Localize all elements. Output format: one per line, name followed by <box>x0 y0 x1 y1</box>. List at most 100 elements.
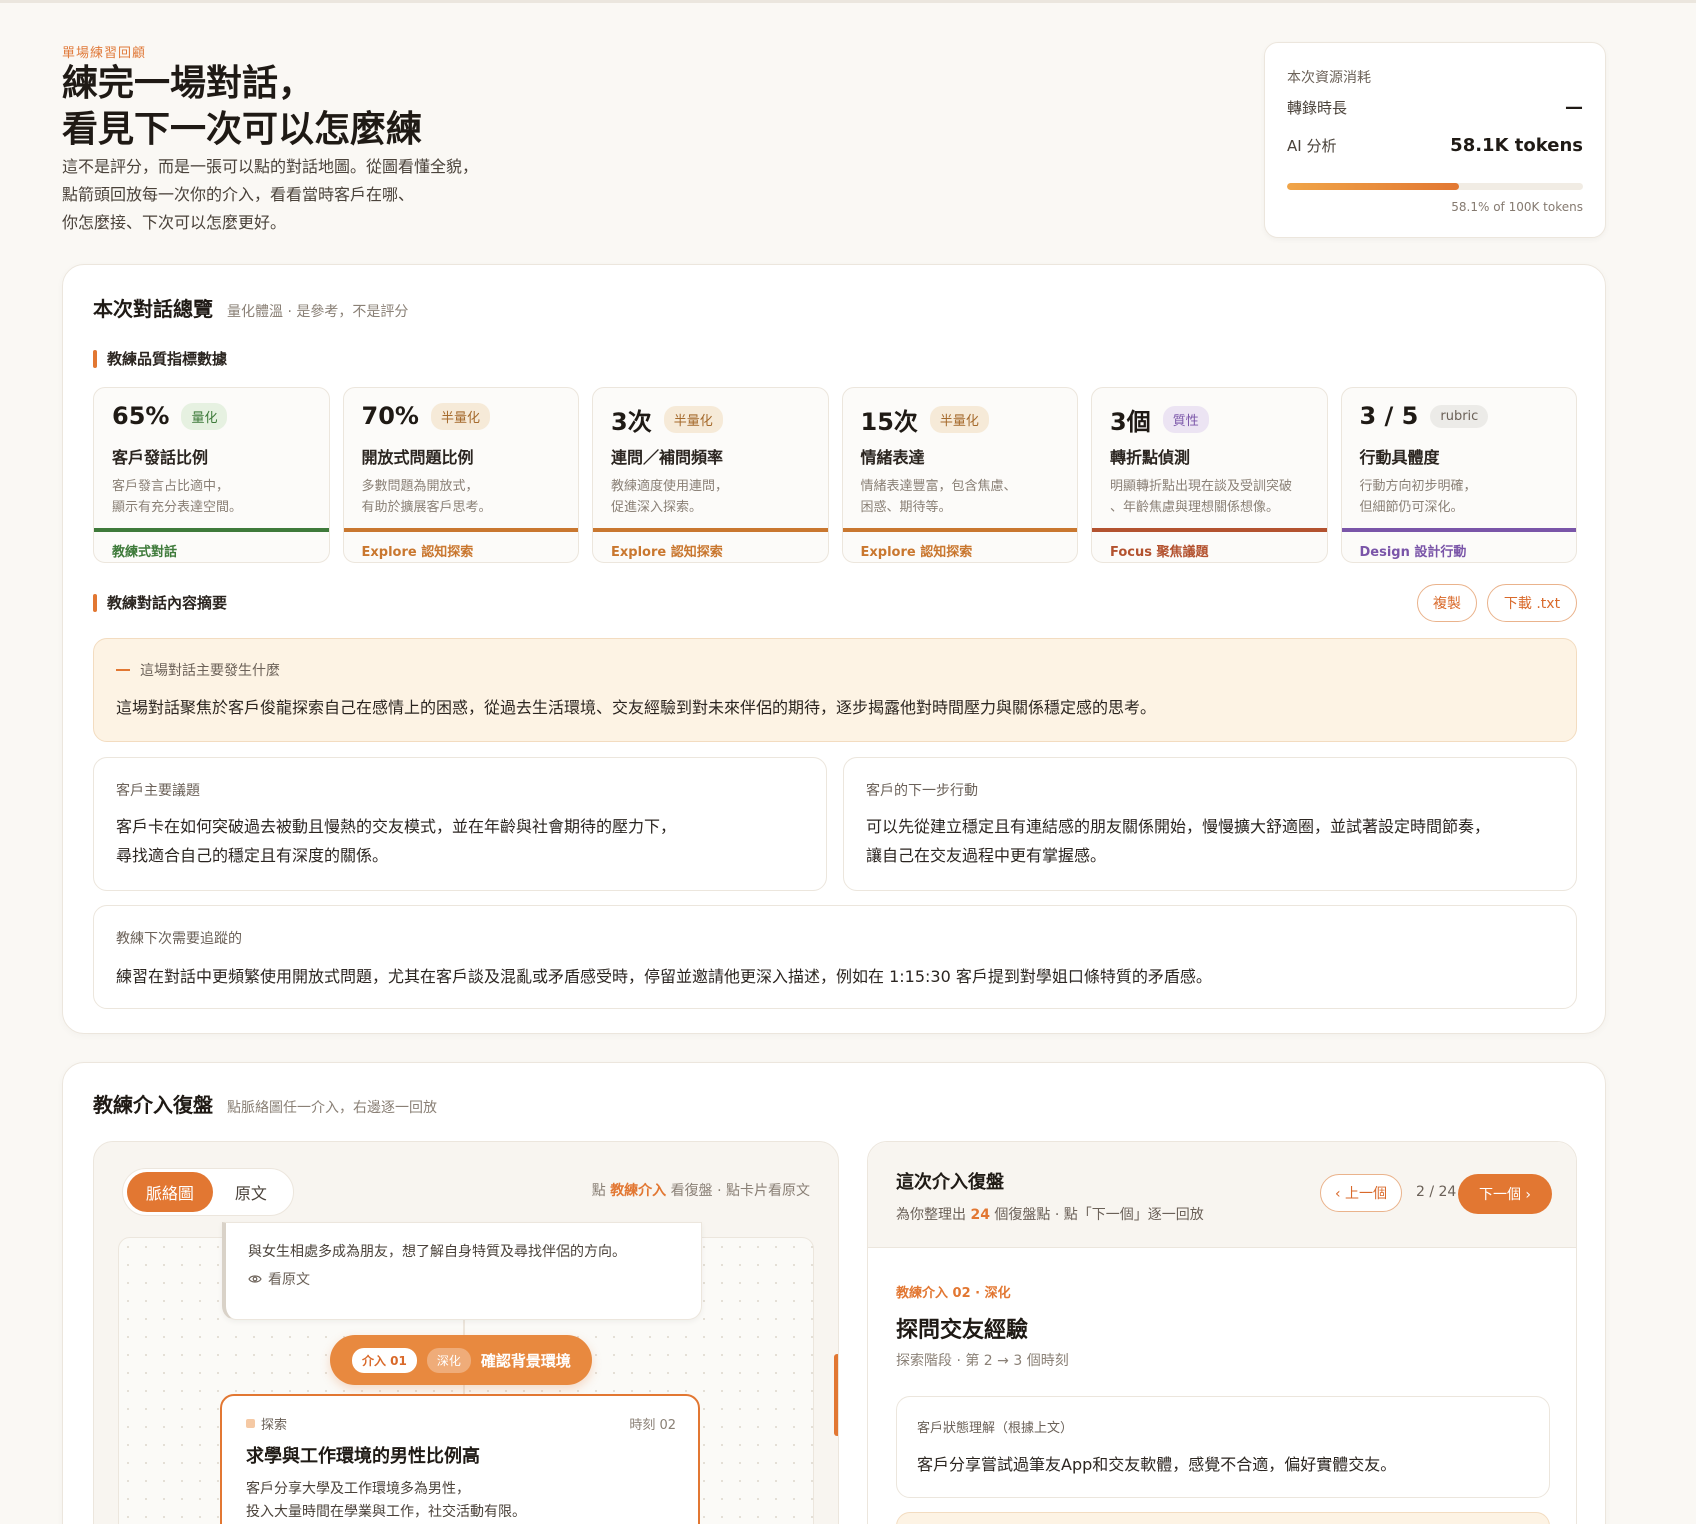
metric-desc: 多數問題為開放式， 有助於擴展客戶思考。 <box>362 476 572 518</box>
metric-tag: 質性 <box>1162 406 1209 433</box>
metric-desc-line-2: 、年齡焦慮與理想關係想像。 <box>1110 500 1280 515</box>
client-next-line-2: 讓自己在交友過程中更有掌握感。 <box>866 846 1107 865</box>
intervention-type-badge: 深化 <box>426 1347 471 1373</box>
map-scrollbar[interactable] <box>834 1354 838 1436</box>
metric-top: 70% 半量化 <box>362 402 490 430</box>
map-moment-card-01[interactable]: 與女生相處多成為朋友，想了解自身特質及尋找伴侶的方向。 看原文 <box>222 1222 702 1320</box>
client-next-line-1: 可以先從建立穩定且有連結感的朋友關係開始，慢慢擴大舒適圈，並試著設定時間節奏， <box>866 817 1491 836</box>
metric-desc-line-2: 促進深入探索。 <box>611 500 703 515</box>
top-divider <box>0 0 1696 3</box>
transcribe-row: 轉錄時長 — <box>1287 97 1583 118</box>
next-section-box <box>896 1512 1550 1524</box>
client-issue-box: 客戶主要議題 客戶卡在如何突破過去被動且慢熱的交友模式，並在年齡與社會期待的壓力… <box>93 757 827 891</box>
metric-name: 開放式問題比例 <box>361 448 474 467</box>
metric-card: 3 / 5 rubric 行動具體度 行動方向初步明確， 但細節仍可深化。 Design … <box>1340 387 1577 563</box>
review-sub-pre: 為你整理出 <box>896 1207 971 1223</box>
metric-accent-bar <box>593 528 828 532</box>
summary-what-text: 這場對話聚焦於客戶俊龍探索自己在感情上的困惑，從過去生活環境、交友經驗到對未來伴… <box>116 698 1157 717</box>
map-hint: 點 教練介入 看復盤 · 點卡片看原文 <box>592 1180 810 1200</box>
metric-desc-line-2: 困惑、期待等。 <box>860 500 952 515</box>
overview-panel: 本次對話總覽 量化體溫 · 是參考，不是評分 教練品質指標數據 65% 量化 客戶發… <box>62 264 1606 1034</box>
metric-value: 65% <box>112 402 170 430</box>
metric-desc: 行動方向初步明確， 但細節仍可深化。 <box>1360 476 1570 518</box>
review-counter: 2 / 24 <box>1416 1184 1457 1200</box>
usage-note: 58.1% of 100K tokens <box>1451 200 1583 214</box>
intervention-label: 確認背景環境 <box>480 1351 571 1370</box>
page-eyebrow: 單場練習回顧 <box>62 46 147 61</box>
metric-category: 教練式對話 <box>112 545 178 560</box>
usage-progress-bar <box>1287 183 1583 190</box>
metric-tag: 半量化 <box>430 402 490 430</box>
map-moment-card-02[interactable]: 探索 時刻 02 求學與工作環境的男性比例高 客戶分享大學及工作環境多為男性， … <box>220 1394 700 1524</box>
metric-category: Explore 認知探索 <box>860 545 973 560</box>
moment-title: 求學與工作環境的男性比例高 <box>246 1446 480 1467</box>
review-card-header: 這次介入復盤 為你整理出 24 個復盤點 · 點「下一個」逐一回放 ‹ 上一個 … <box>868 1142 1576 1248</box>
metric-name: 客戶發話比例 <box>112 448 209 467</box>
metric-desc-line-1: 教練適度使用連問， <box>611 479 729 494</box>
metric-card: 3個 質性 轉折點偵測 明顯轉折點出現在談及受訓突破 、年齡焦慮與理想關係想像。 Focu… <box>1091 387 1328 563</box>
metric-value: 3 / 5 <box>1359 402 1419 430</box>
coach-followup-text: 練習在對話中更頻繁使用開放式問題，尤其在客戶談及混亂或矛盾感受時，停留並邀請他更… <box>116 967 1212 986</box>
ai-value: 58.1K tokens <box>1450 135 1583 156</box>
metric-desc-line-1: 客戶發言占比適中， <box>112 479 230 494</box>
review-card-title: 這次介入復盤 <box>896 1172 1004 1193</box>
download-txt-button[interactable]: 下載 .txt <box>1487 584 1577 622</box>
intervention-number-badge: 介入 01 <box>352 1347 417 1373</box>
transcribe-label: 轉錄時長 <box>1287 99 1348 117</box>
review-count: 24 <box>970 1207 990 1223</box>
metric-name: 連問／補問頻率 <box>611 448 724 467</box>
metric-name: 情緒表達 <box>860 448 925 467</box>
metric-card: 3次 半量化 連問／補問頻率 教練適度使用連問， 促進深入探索。 Explore 認知探索 <box>592 387 829 563</box>
metric-desc: 明顯轉折點出現在談及受訓突破 、年齡焦慮與理想關係想像。 <box>1110 476 1320 518</box>
map-hint-pre: 點 <box>591 1183 611 1199</box>
moment-desc-line-2: 投入大量時間在學業與工作，社交活動有限。 <box>246 1504 526 1520</box>
metric-category: Design 設計行動 <box>1359 545 1467 560</box>
metric-value: 70% <box>361 402 419 430</box>
moment-kind: 探索 <box>246 1414 287 1433</box>
metrics-section-label: 教練品質指標數據 <box>93 348 227 369</box>
metric-card: 70% 半量化開放式問題比例多數問題為開放式， 有助於擴展客戶思考。 Explore … <box>342 387 579 563</box>
next-button[interactable]: 下一個 › <box>1458 1174 1552 1214</box>
metric-desc-line-1: 行動方向初步明確， <box>1359 479 1477 494</box>
summary-what-label-text: 這場對話主要發生什麼 <box>140 663 280 679</box>
metric-card: 15次 半量化 情緒表達 情緒表達豐富，包含焦慮、 困惑、期待等。 Explore 認知探… <box>841 387 1078 563</box>
metric-tag: 量化 <box>181 402 228 430</box>
intervention-review-card: 這次介入復盤 為你整理出 24 個復盤點 · 點「下一個」逐一回放 ‹ 上一個 … <box>867 1141 1577 1524</box>
page-description-line-3: 你怎麼接、下次可以怎麼更好。 <box>62 213 287 232</box>
tab-raw-text[interactable]: 原文 <box>213 1172 289 1212</box>
previous-button[interactable]: ‹ 上一個 <box>1320 1174 1402 1212</box>
metric-desc-line-1: 情緒表達豐富，包含焦慮、 <box>860 479 1017 494</box>
metric-accent-bar <box>1341 528 1576 532</box>
review-header: 教練介入復盤 點脈絡圖任一介入，右邊逐一回放 <box>93 1089 437 1118</box>
metric-desc: 客戶發言占比適中， 顯示有充分表達空間。 <box>112 476 322 518</box>
metric-category: Explore 認知探索 <box>361 545 474 560</box>
view-original-label: 看原文 <box>268 1272 310 1288</box>
client-issue-line-2: 尋找適合自己的穩定且有深度的關係。 <box>116 846 389 865</box>
view-toggle: 脈絡圖 原文 <box>122 1168 294 1216</box>
view-original-link[interactable]: 看原文 <box>248 1269 310 1289</box>
tab-context-map[interactable]: 脈絡圖 <box>127 1172 213 1212</box>
overview-subtitle: 量化體溫 · 是參考，不是評分 <box>227 304 409 320</box>
intervention-stage: 探索階段 · 第 2 → 3 個時刻 <box>896 1353 1069 1369</box>
copy-button[interactable]: 複製 <box>1417 584 1477 622</box>
review-subtitle: 點脈絡圖任一介入，右邊逐一回放 <box>227 1100 437 1116</box>
resource-usage-card: 本次資源消耗 轉錄時長 — AI 分析 58.1K tokens 58.1% o… <box>1264 42 1606 238</box>
client-next-label: 客戶的下一步行動 <box>866 783 978 799</box>
metric-desc-line-1: 多數問題為開放式， <box>361 479 479 494</box>
metric-top: 65% 量化 <box>112 402 228 430</box>
metrics-row: 65% 量化客戶發話比例客戶發言占比適中， 顯示有充分表達空間。教練式對話 70% 半量… <box>93 387 1577 563</box>
metric-desc-line-1: 明顯轉折點出現在談及受訓突破 <box>1110 479 1293 494</box>
summary-what-happened: 這場對話主要發生什麼 這場對話聚焦於客戶俊龍探索自己在感情上的困惑，從過去生活環… <box>93 638 1577 742</box>
client-issue-line-1: 客戶卡在如何突破過去被動且慢熱的交友模式，並在年齡與社會期待的壓力下， <box>116 817 677 836</box>
moment-time: 時刻 02 <box>629 1418 676 1433</box>
summary-section-text: 教練對話內容摘要 <box>107 594 228 612</box>
page-description-line-2: 點箭頭回放每一次你的介入，看看當時客戶在哪、 <box>62 185 415 204</box>
client-state-text: 客戶分享嘗試過筆友App和交友軟體，感覺不合適，偏好實體交友。 <box>917 1455 1397 1474</box>
intervention-01-pill[interactable]: 介入 01 深化 確認背景環境 <box>330 1335 592 1385</box>
resource-title: 本次資源消耗 <box>1287 70 1371 86</box>
moment-01-text: 與女生相處多成為朋友，想了解自身特質及尋找伴侶的方向。 <box>248 1244 626 1260</box>
page-title-line-2: 看見下一次可以怎麼練 <box>62 108 423 150</box>
moment-desc: 客戶分享大學及工作環境多為男性， 投入大量時間在學業與工作，社交活動有限。 <box>246 1478 526 1524</box>
page-title: 練完一場對話， 看見下一次可以怎麼練 <box>62 60 422 152</box>
review-card-subtitle: 為你整理出 24 個復盤點 · 點「下一個」逐一回放 <box>896 1204 1204 1224</box>
